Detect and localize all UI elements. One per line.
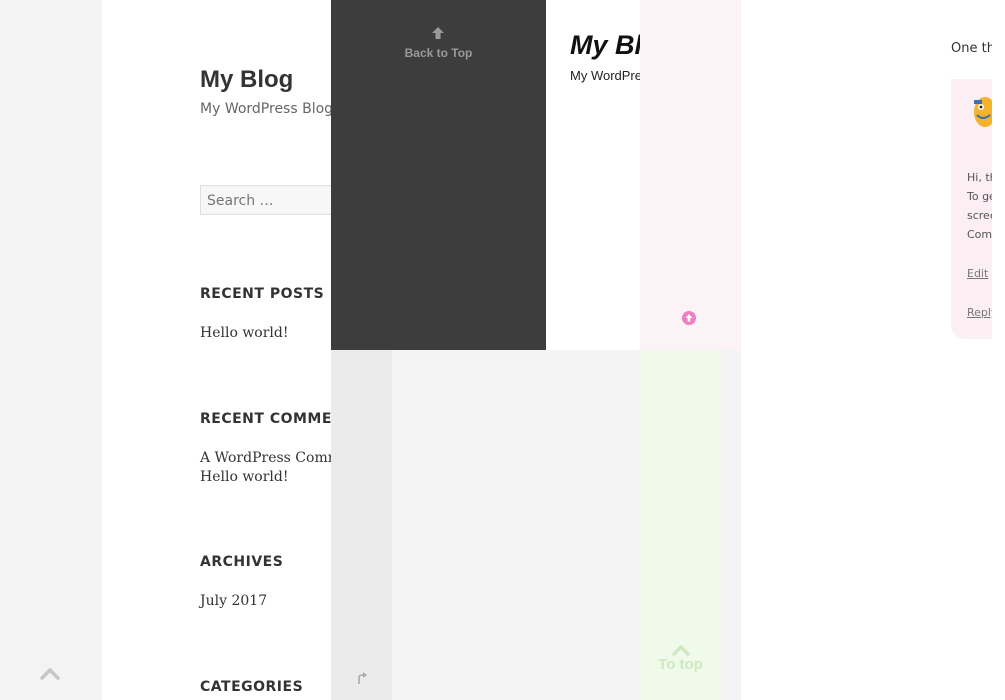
arrow-up-icon[interactable] xyxy=(431,26,445,40)
site-description-preview: My WordPre xyxy=(570,68,640,83)
archives-heading: ARCHIVES xyxy=(200,554,284,570)
comment-post-link[interactable]: Hello world! xyxy=(200,469,289,485)
back-to-top-panel: Back to Top xyxy=(331,0,546,350)
comment-card: Hi, th To ge scree Com Edit Reply xyxy=(951,79,992,339)
edit-comment-link[interactable]: Edit xyxy=(967,267,988,280)
chevron-up-icon[interactable] xyxy=(670,643,692,657)
post-content-panel: One th Hi, th To ge scree Com Edit Reply xyxy=(741,0,992,700)
right-edge-strip xyxy=(992,0,1005,700)
recent-comments-heading: RECENT COMMENTS xyxy=(200,411,331,427)
to-top-button[interactable]: To top xyxy=(640,656,721,673)
back-to-top-button[interactable]: Back to Top xyxy=(331,46,546,60)
comment-text-line: To ge xyxy=(967,190,992,203)
search-input[interactable] xyxy=(201,186,331,216)
blank-panel xyxy=(392,350,640,700)
site-title[interactable]: My Blog xyxy=(200,66,293,94)
reply-link[interactable]: Reply xyxy=(967,306,992,319)
site-title-preview: My Bl xyxy=(570,30,640,60)
search-field[interactable] xyxy=(200,185,331,216)
recent-posts-heading: RECENT POSTS xyxy=(200,286,325,302)
comment-text-line: Hi, th xyxy=(967,171,992,184)
comment-text-line: Com xyxy=(967,228,992,241)
comment-text-line: scree xyxy=(967,209,992,222)
green-scroll-panel: To top xyxy=(640,350,721,700)
site-description: My WordPress Blog xyxy=(200,101,331,117)
categories-heading: CATEGORIES xyxy=(200,679,304,695)
pink-scroll-panel xyxy=(640,0,741,350)
recent-post-link[interactable]: Hello world! xyxy=(200,325,289,341)
small-arrow-up-icon[interactable] xyxy=(355,670,369,686)
post-intro-text: One th xyxy=(951,41,992,56)
circle-arrow-up-icon[interactable] xyxy=(682,311,696,325)
blog-sidebar: My Blog My WordPress Blog RECENT POSTS H… xyxy=(102,0,331,700)
archive-link[interactable]: July 2017 xyxy=(200,593,267,609)
title-preview-panel: My Bl My WordPre xyxy=(546,0,640,350)
avatar xyxy=(974,97,992,127)
light-grey-panel xyxy=(331,350,392,700)
left-background xyxy=(0,0,102,700)
comment-author-link[interactable]: A WordPress Commenter xyxy=(200,450,331,466)
chevron-up-icon[interactable] xyxy=(38,663,62,683)
